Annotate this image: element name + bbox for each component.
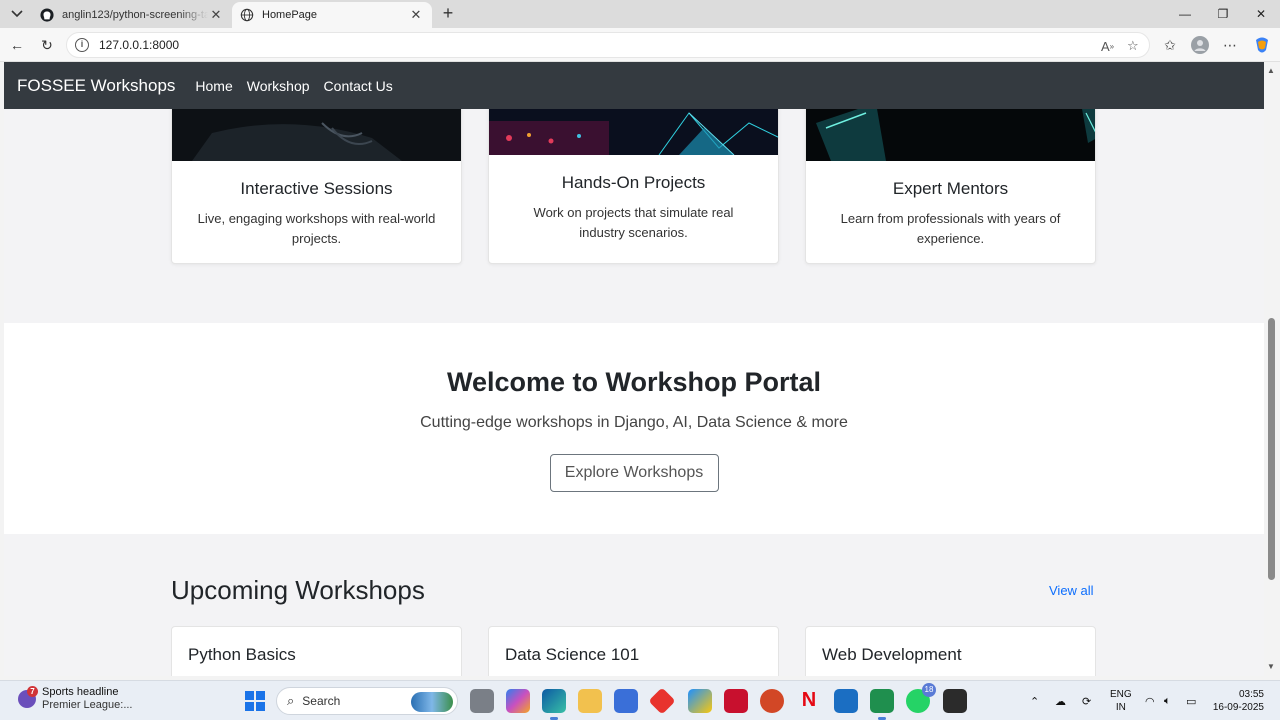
task-view-icon[interactable] bbox=[470, 689, 494, 713]
github-icon bbox=[40, 8, 54, 22]
sync-icon[interactable]: ⟳ bbox=[1082, 681, 1091, 720]
explore-workshops-button[interactable]: Explore Workshops bbox=[549, 454, 719, 492]
browser-tab-strip: anglin123/python-screening-task ✕ HomePa… bbox=[0, 0, 1280, 28]
close-tab-icon[interactable]: ✕ bbox=[408, 7, 424, 23]
python-icon[interactable] bbox=[688, 689, 712, 713]
copilot-app-icon[interactable] bbox=[506, 689, 530, 713]
site-brand[interactable]: FOSSEE Workshops bbox=[17, 76, 175, 96]
battery-icon[interactable]: ▭ bbox=[1186, 681, 1196, 720]
copilot-icon[interactable] bbox=[1253, 36, 1271, 54]
browser-toolbar: ← ↻ i 127.0.0.1:8000 A» ☆ ✩ ⋯ bbox=[0, 28, 1280, 62]
tab-title: HomePage bbox=[262, 9, 318, 21]
site-info-icon[interactable]: i bbox=[75, 38, 89, 52]
taskbar-search[interactable]: ⌕ Search bbox=[276, 687, 458, 715]
feature-text: Live, engaging workshops with real-world… bbox=[197, 211, 436, 246]
globe-icon bbox=[240, 8, 254, 22]
feature-title: Hands-On Projects bbox=[561, 173, 706, 192]
upcoming-workshops-heading: Upcoming Workshops bbox=[171, 575, 425, 605]
scroll-up-icon[interactable]: ▲ bbox=[1267, 66, 1275, 75]
region-code: IN bbox=[1115, 702, 1126, 713]
hero-subtitle: Cutting-edge workshops in Django, AI, Da… bbox=[420, 414, 848, 431]
news-badge-count: 7 bbox=[27, 686, 38, 697]
feature-text: Learn from professionals with years of e… bbox=[840, 211, 1061, 246]
whatsapp-icon[interactable]: 18 bbox=[906, 683, 936, 713]
address-bar[interactable]: i 127.0.0.1:8000 A» ☆ bbox=[66, 32, 1150, 58]
tab-title: anglin123/python-screening-task bbox=[62, 9, 208, 21]
nav-link-workshop[interactable]: Workshop bbox=[247, 78, 310, 94]
favorite-star-icon[interactable]: ☆ bbox=[1127, 33, 1139, 59]
show-hidden-icons-icon[interactable]: ⌃ bbox=[1030, 681, 1039, 720]
news-title: Sports headline bbox=[42, 686, 119, 698]
scroll-down-icon[interactable]: ▼ bbox=[1267, 662, 1275, 671]
document-app-icon[interactable] bbox=[870, 689, 894, 720]
back-arrow-icon[interactable]: ← bbox=[8, 36, 26, 54]
news-widget[interactable]: 7 Sports headline Premier League:... bbox=[18, 686, 133, 712]
volume-icon[interactable]: 🔈︎ bbox=[1164, 681, 1171, 720]
system-clock[interactable]: 03:55 16-09-2025 bbox=[1208, 688, 1264, 714]
clock-time: 03:55 bbox=[1238, 689, 1264, 700]
workshop-title[interactable]: Web Development bbox=[822, 645, 962, 665]
view-all-link[interactable]: View all bbox=[1049, 583, 1094, 598]
search-highlight-image bbox=[411, 692, 453, 712]
powerpoint-icon[interactable] bbox=[760, 689, 784, 713]
whatsapp-badge: 18 bbox=[922, 683, 936, 697]
browser-tab-github[interactable]: anglin123/python-screening-task ✕ bbox=[32, 2, 232, 28]
maximize-icon[interactable]: ❐ bbox=[1204, 0, 1242, 28]
windows-start-icon[interactable] bbox=[245, 691, 265, 711]
new-tab-button[interactable]: + bbox=[438, 4, 458, 24]
minimize-icon[interactable]: — bbox=[1166, 0, 1204, 28]
tab-actions-menu-icon[interactable] bbox=[6, 4, 28, 24]
red-app-icon[interactable] bbox=[648, 687, 676, 715]
file-explorer-icon[interactable] bbox=[578, 689, 602, 713]
clock-date: 16-09-2025 bbox=[1212, 702, 1264, 713]
onedrive-icon[interactable]: ☁ bbox=[1055, 681, 1066, 720]
browser-tab-homepage[interactable]: HomePage ✕ bbox=[232, 2, 432, 28]
hero-section: Welcome to Workshop Portal Cutting-edge … bbox=[4, 323, 1264, 534]
search-icon: ⌕ bbox=[287, 693, 295, 708]
workshop-title[interactable]: Python Basics bbox=[188, 645, 296, 665]
profile-avatar-icon[interactable] bbox=[1191, 36, 1209, 54]
netflix-icon[interactable]: N bbox=[797, 689, 821, 713]
windows-taskbar: 7 Sports headline Premier League:... ⌕ S… bbox=[0, 680, 1280, 720]
window-controls: — ❐ ✕ bbox=[1166, 0, 1280, 28]
scroll-thumb[interactable] bbox=[1268, 318, 1275, 580]
microsoft-store-icon[interactable] bbox=[614, 689, 638, 713]
site-navbar: FOSSEE Workshops Home Workshop Contact U… bbox=[4, 62, 1264, 109]
close-tab-icon[interactable]: ✕ bbox=[208, 7, 224, 23]
more-options-icon[interactable]: ⋯ bbox=[1221, 36, 1239, 54]
terminal-icon[interactable] bbox=[943, 689, 967, 713]
wifi-icon[interactable]: ◠ bbox=[1145, 681, 1155, 720]
nav-link-contact[interactable]: Contact Us bbox=[324, 78, 393, 94]
news-subtitle: Premier League:... bbox=[42, 699, 133, 711]
feature-title: Interactive Sessions bbox=[240, 179, 393, 198]
page-scrollbar[interactable]: ▲ ▼ bbox=[1264, 62, 1280, 676]
workshop-card[interactable]: Data Science 101 bbox=[488, 626, 779, 676]
hero-title: Welcome to Workshop Portal bbox=[446, 367, 822, 397]
edge-browser-icon[interactable] bbox=[542, 689, 566, 720]
window-app-icon[interactable] bbox=[834, 689, 858, 713]
news-widget-icon: 7 bbox=[18, 686, 38, 708]
mcafee-icon[interactable] bbox=[724, 689, 748, 713]
search-placeholder: Search bbox=[302, 694, 341, 708]
nav-link-home[interactable]: Home bbox=[195, 78, 232, 94]
url-text[interactable]: 127.0.0.1:8000 bbox=[99, 38, 179, 52]
read-aloud-icon[interactable]: A» bbox=[1101, 33, 1114, 59]
favorites-icon[interactable]: ✩ bbox=[1161, 36, 1179, 54]
feature-title: Expert Mentors bbox=[892, 179, 1009, 198]
workshop-card[interactable]: Web Development bbox=[805, 626, 1096, 676]
workshop-title[interactable]: Data Science 101 bbox=[505, 645, 639, 665]
workshop-card[interactable]: Python Basics bbox=[171, 626, 462, 676]
language-code: ENG bbox=[1110, 689, 1132, 700]
page-viewport: FOSSEE Workshops Home Workshop Contact U… bbox=[4, 62, 1264, 676]
language-indicator[interactable]: ENG IN bbox=[1110, 688, 1132, 714]
close-window-icon[interactable]: ✕ bbox=[1242, 0, 1280, 28]
refresh-icon[interactable]: ↻ bbox=[38, 36, 56, 54]
feature-text: Work on projects that simulate real indu… bbox=[533, 205, 734, 240]
